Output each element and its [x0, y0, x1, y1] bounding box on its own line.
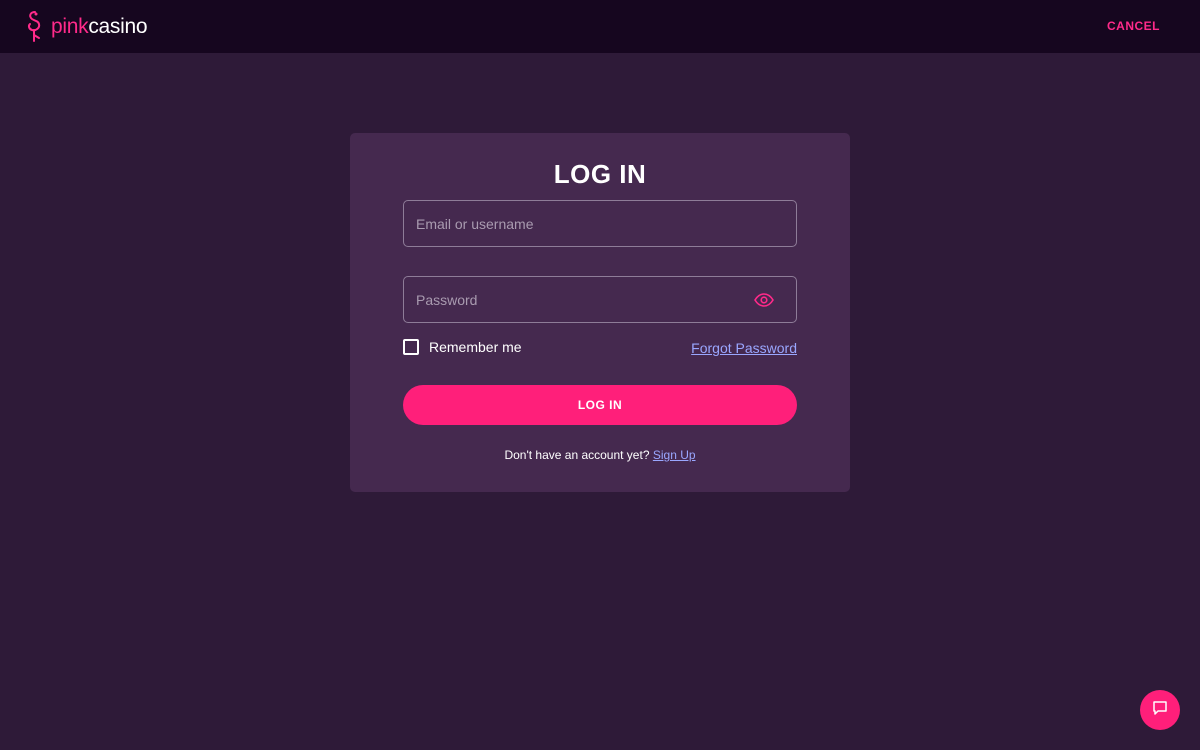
- password-field[interactable]: [403, 276, 797, 323]
- logo-text-pink: pink: [51, 14, 89, 38]
- login-button[interactable]: LOG IN: [403, 385, 797, 425]
- email-input[interactable]: [404, 201, 796, 246]
- signup-prompt: Don't have an account yet? Sign Up: [350, 448, 850, 462]
- remember-me-label: Remember me: [429, 339, 522, 355]
- cancel-button[interactable]: CANCEL: [1107, 19, 1160, 33]
- logo[interactable]: pinkcasino: [26, 10, 148, 42]
- password-input[interactable]: [404, 277, 796, 322]
- page-title: LOG IN: [553, 159, 647, 189]
- forgot-password-link[interactable]: Forgot Password: [691, 340, 797, 356]
- email-field[interactable]: [403, 200, 797, 247]
- logo-text: pinkcasino: [51, 14, 148, 38]
- remember-me-checkbox[interactable]: [403, 339, 419, 355]
- chat-icon: [1152, 700, 1168, 721]
- signup-prompt-text: Don't have an account yet?: [504, 448, 650, 462]
- logo-text-white: casino: [88, 14, 148, 38]
- signup-link[interactable]: Sign Up: [653, 448, 696, 462]
- eye-icon[interactable]: [754, 292, 774, 313]
- login-card: LOG IN Remember me Forgot Password LOG I…: [350, 133, 850, 492]
- top-bar: pinkcasino CANCEL: [0, 0, 1200, 53]
- remember-me[interactable]: Remember me: [403, 339, 522, 355]
- chat-button[interactable]: [1140, 690, 1180, 730]
- flamingo-icon: [26, 10, 48, 42]
